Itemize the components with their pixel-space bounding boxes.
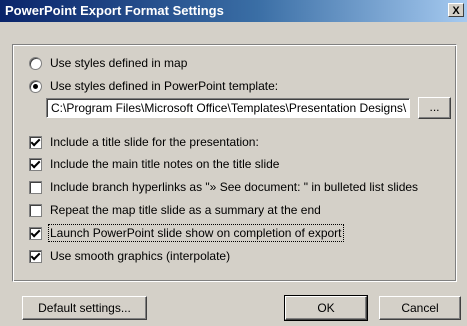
- checkbox-title-notes[interactable]: [29, 157, 42, 171]
- checkbox-launch-slideshow[interactable]: [29, 226, 42, 240]
- option-title-slide[interactable]: Include a title slide for the presentati…: [29, 135, 259, 149]
- option-title-notes[interactable]: Include the main title notes on the titl…: [29, 157, 279, 171]
- checkbox-branch-hyperlinks[interactable]: [29, 180, 42, 194]
- option-launch-slideshow[interactable]: Launch PowerPoint slide show on completi…: [29, 224, 344, 242]
- default-settings-button[interactable]: Default settings...: [22, 296, 147, 320]
- radio-button-map[interactable]: [29, 56, 42, 70]
- window-title: PowerPoint Export Format Settings: [5, 3, 224, 18]
- browse-button[interactable]: ...: [418, 97, 451, 119]
- radio-label-template: Use styles defined in PowerPoint templat…: [50, 79, 279, 93]
- checkbox-title-slide[interactable]: [29, 135, 42, 149]
- radio-use-template-styles[interactable]: Use styles defined in PowerPoint templat…: [29, 79, 278, 93]
- radio-use-map-styles[interactable]: Use styles defined in map: [29, 56, 187, 70]
- option-label: Include the main title notes on the titl…: [50, 157, 280, 171]
- option-branch-hyperlinks[interactable]: Include branch hyperlinks as "» See docu…: [29, 180, 418, 194]
- option-summary-slide[interactable]: Repeat the map title slide as a summary …: [29, 203, 321, 217]
- close-button[interactable]: X: [448, 3, 464, 17]
- option-smooth-graphics[interactable]: Use smooth graphics (interpolate): [29, 249, 230, 263]
- close-icon: X: [452, 5, 460, 17]
- option-label: Include a title slide for the presentati…: [50, 135, 259, 149]
- radio-button-template[interactable]: [29, 79, 42, 93]
- radio-label-map: Use styles defined in map: [50, 56, 188, 70]
- title-bar: PowerPoint Export Format Settings X: [0, 0, 467, 22]
- checkbox-summary-slide[interactable]: [29, 203, 42, 217]
- checkbox-smooth-graphics[interactable]: [29, 249, 42, 263]
- template-path-input[interactable]: C:\Program Files\Microsoft Office\Templa…: [46, 98, 410, 118]
- option-label: Repeat the map title slide as a summary …: [50, 203, 321, 217]
- option-label: Launch PowerPoint slide show on completi…: [48, 224, 344, 242]
- option-label: Include branch hyperlinks as "» See docu…: [50, 180, 419, 194]
- ok-button[interactable]: OK: [284, 295, 368, 321]
- option-label: Use smooth graphics (interpolate): [50, 249, 231, 263]
- cancel-button[interactable]: Cancel: [379, 296, 461, 320]
